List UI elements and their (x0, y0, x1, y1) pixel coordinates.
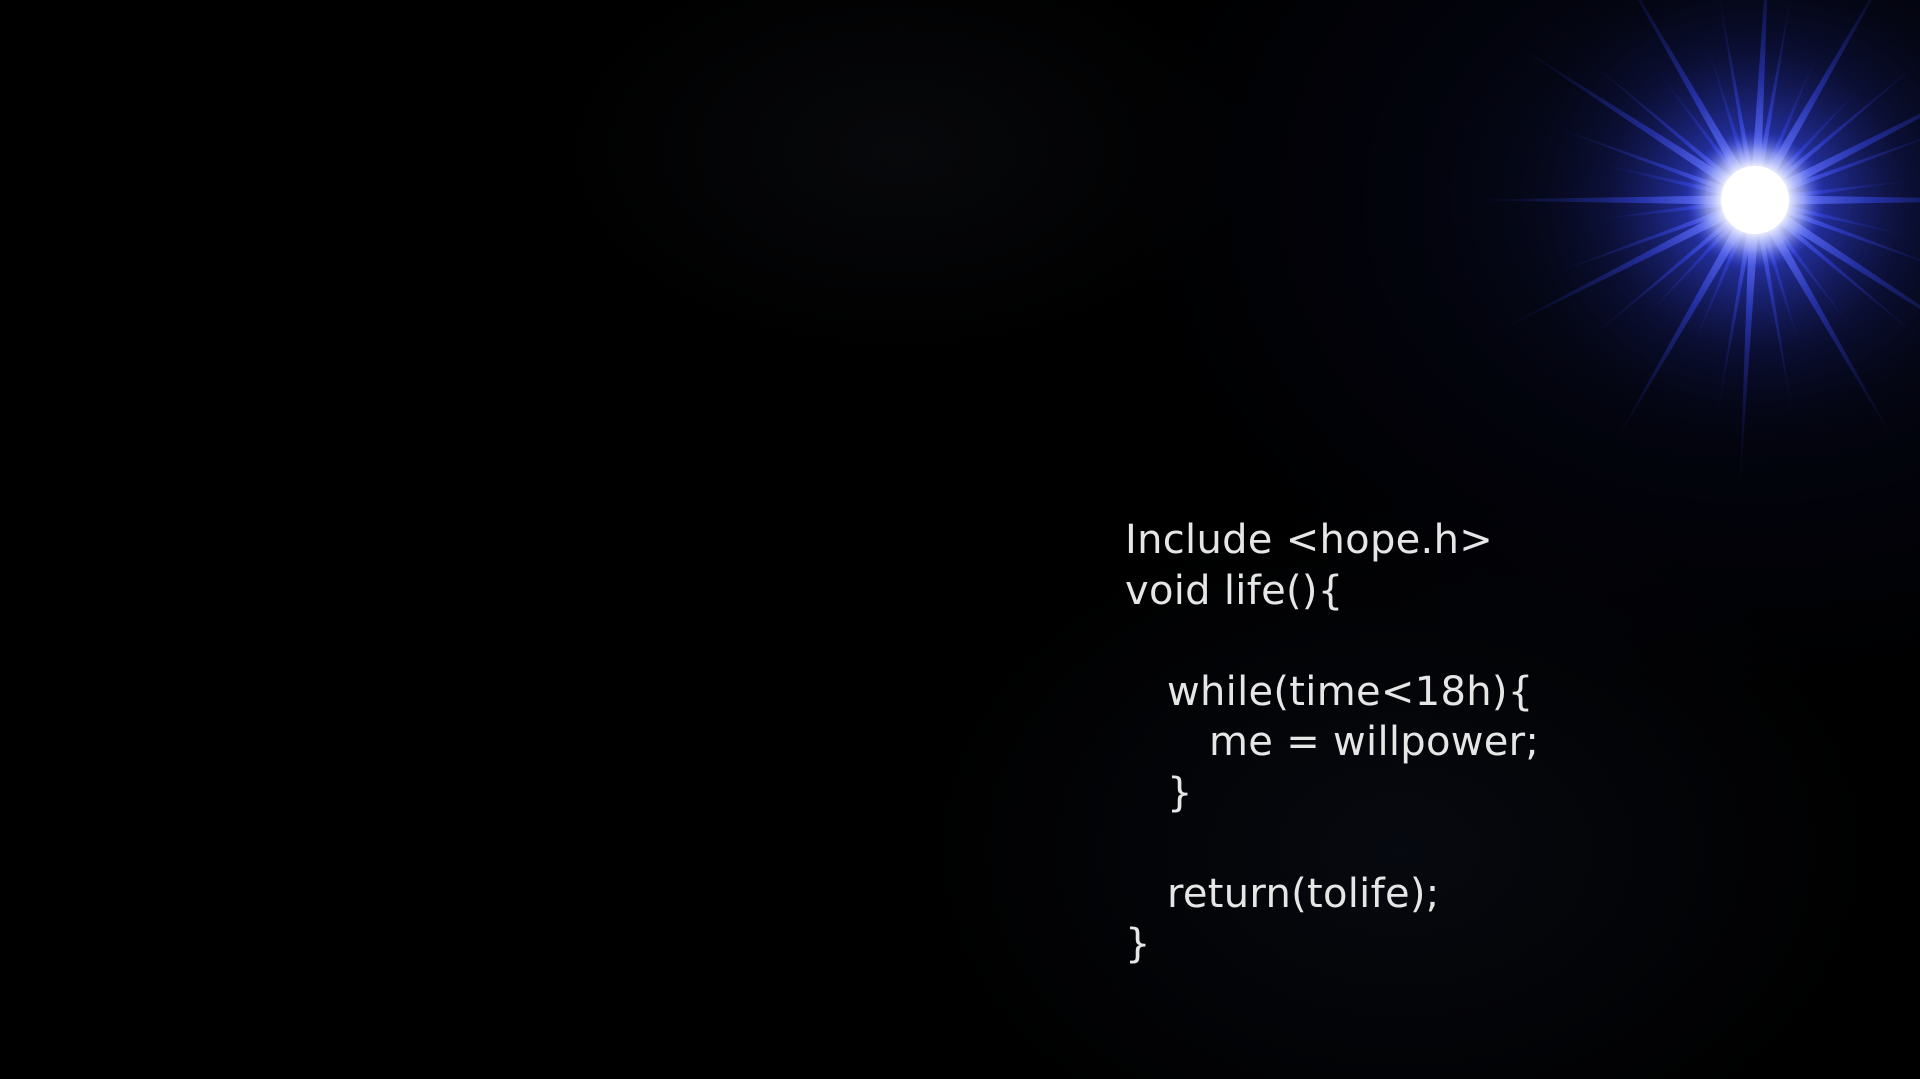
code-line: void life(){ (1125, 567, 1344, 614)
code-line: return(tolife); (1167, 870, 1440, 917)
desktop-wallpaper: Include <hope.h> void life(){ while(time… (0, 0, 1920, 1079)
code-line: me = willpower; (1209, 719, 1540, 765)
code-line: Include <hope.h> (1125, 517, 1494, 563)
code-line: } (1125, 921, 1151, 967)
code-snippet: Include <hope.h> void life(){ while(time… (1125, 515, 1539, 970)
code-line: while(time<18h){ (1167, 668, 1534, 715)
code-line: } (1167, 769, 1193, 816)
star-flare-icon (1455, 0, 1920, 500)
